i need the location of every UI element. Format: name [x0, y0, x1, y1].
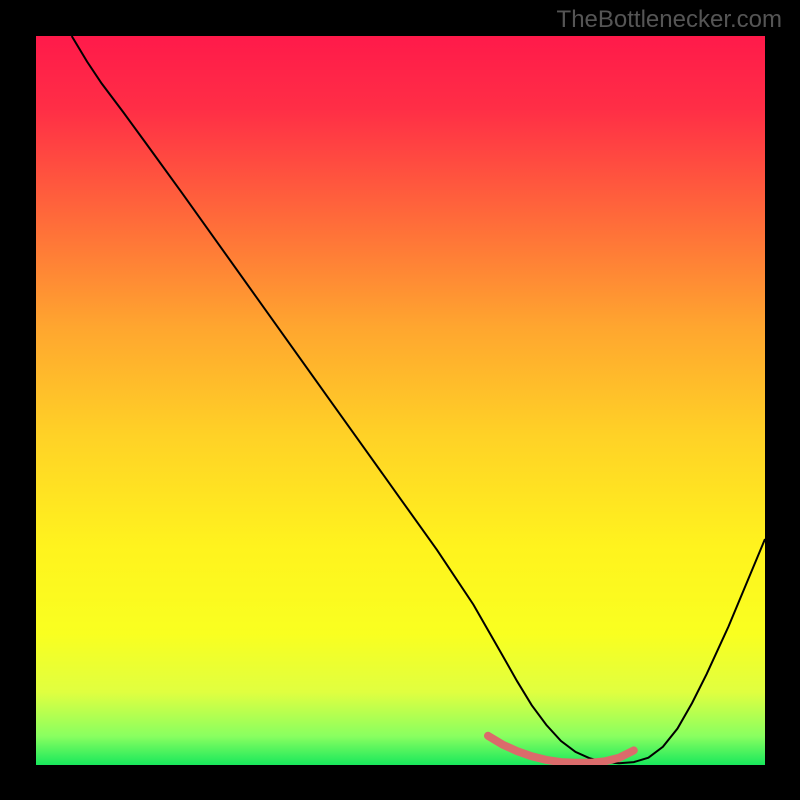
curve-layer — [36, 36, 765, 765]
plot-area — [36, 36, 765, 765]
bottleneck-curve — [71, 36, 764, 763]
watermark-text: TheBottlenecker.com — [557, 6, 782, 34]
